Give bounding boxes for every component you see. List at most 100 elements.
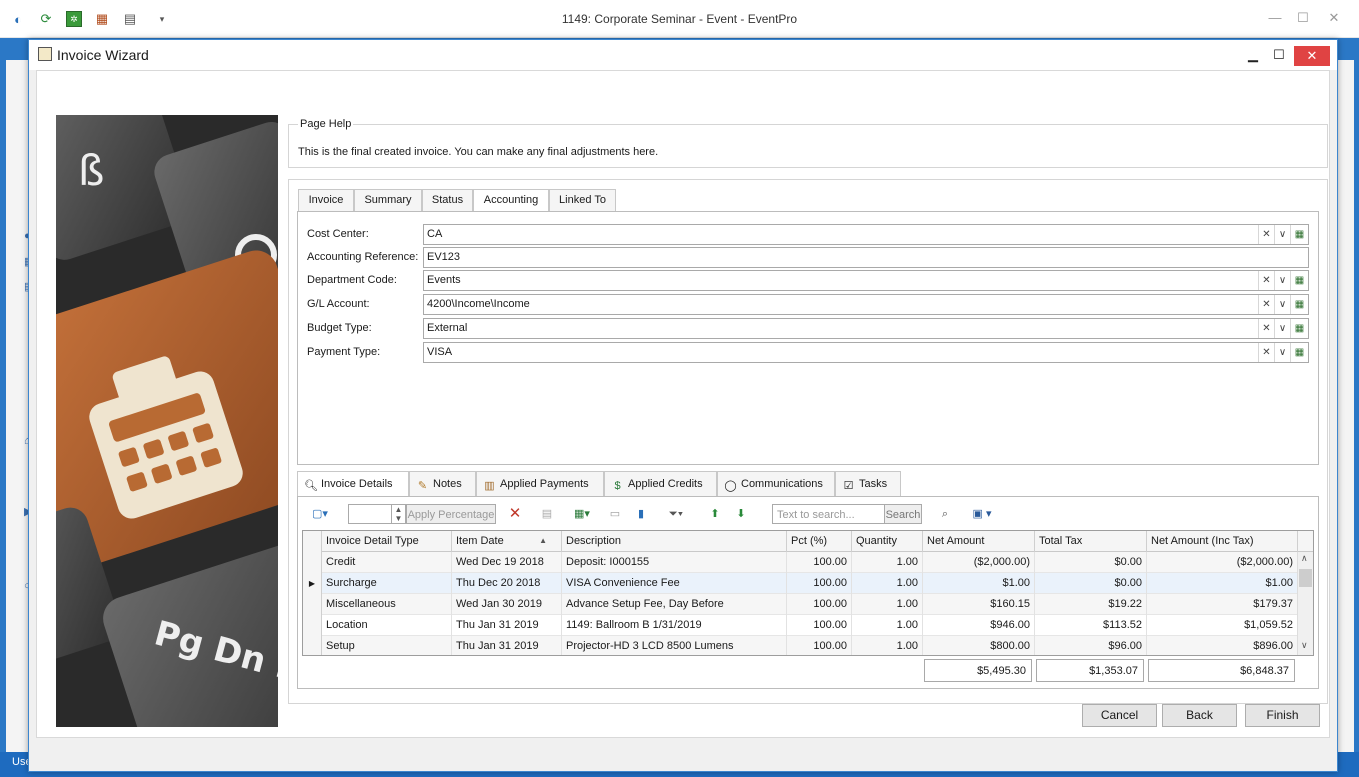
chevron-down-icon[interactable]: ∨ — [1274, 225, 1290, 244]
tab-communications[interactable]: ◯ Communications — [717, 471, 835, 496]
dialog-close-button[interactable]: ✕ — [1294, 46, 1330, 66]
table-row[interactable]: Setup Thu Jan 31 2019 Projector-HD 3 LCD 8… — [303, 636, 1298, 655]
table-row[interactable]: ▶ Surcharge Thu Dec 20 2018 VISA Convenienc… — [303, 573, 1298, 594]
clear-icon[interactable]: ✕ — [1258, 319, 1274, 338]
chevron-down-icon[interactable]: ∨ — [1274, 319, 1290, 338]
back-button[interactable]: Back — [1162, 704, 1237, 727]
table-cell[interactable]: Deposit: I000155 — [562, 552, 787, 573]
clear-icon[interactable]: ✕ — [1258, 271, 1274, 290]
delete-icon[interactable]: ✕ — [506, 504, 524, 524]
percentage-input[interactable] — [348, 504, 392, 524]
tab-applied-payments[interactable]: ▥ Applied Payments — [476, 471, 604, 496]
cost-center-field[interactable]: CA ✕ ∨ ▦ — [423, 224, 1309, 245]
table-cell[interactable]: Location — [322, 615, 452, 636]
table-cell[interactable]: $896.00 — [1147, 636, 1298, 655]
move-icon[interactable]: ▭ — [606, 504, 624, 524]
move-down-icon[interactable]: ⬇ — [732, 504, 750, 524]
table-cell[interactable]: 1149: Ballroom B 1/31/2019 — [562, 615, 787, 636]
table-cell[interactable]: 100.00 — [787, 573, 852, 594]
table-cell[interactable]: Credit — [322, 552, 452, 573]
table-cell[interactable]: ($2,000.00) — [1147, 552, 1298, 573]
percentage-spinner[interactable]: ▲ ▼ — [392, 504, 406, 524]
dialog-minimize-button[interactable]: ▁ — [1239, 44, 1267, 66]
budget-type-field[interactable]: External ✕ ∨ ▦ — [423, 318, 1309, 339]
payment-type-field[interactable]: VISA ✕ ∨ ▦ — [423, 342, 1309, 363]
column-header[interactable]: Invoice Detail Type — [322, 531, 452, 552]
tab-linked-to[interactable]: Linked To — [549, 189, 616, 211]
chevron-down-icon[interactable]: ∨ — [1274, 343, 1290, 362]
lookup-icon[interactable]: ▦ — [1290, 319, 1308, 338]
tab-applied-credits[interactable]: $ Applied Credits — [604, 471, 717, 496]
scroll-thumb[interactable] — [1299, 569, 1312, 587]
filter-icon[interactable]: ⏷▾ — [662, 504, 690, 524]
app-close-button[interactable]: ✕ — [1325, 10, 1343, 26]
department-code-field[interactable]: Events ✕ ∨ ▦ — [423, 270, 1309, 291]
cancel-button[interactable]: Cancel — [1082, 704, 1157, 727]
table-cell[interactable]: 1.00 — [852, 594, 923, 615]
table-row[interactable]: Location Thu Jan 31 2019 1149: Ballroom B … — [303, 615, 1298, 636]
table-cell[interactable]: 1.00 — [852, 615, 923, 636]
table-cell[interactable]: $0.00 — [1035, 573, 1147, 594]
app-minimize-button[interactable]: — — [1266, 10, 1284, 25]
tab-accounting[interactable]: Accounting — [473, 189, 549, 212]
table-cell[interactable]: VISA Convenience Fee — [562, 573, 787, 594]
clear-icon[interactable]: ✕ — [1258, 295, 1274, 314]
table-cell[interactable]: 100.00 — [787, 552, 852, 573]
column-header[interactable]: Total Tax — [1035, 531, 1147, 552]
table-cell[interactable]: 100.00 — [787, 615, 852, 636]
gl-account-field[interactable]: 4200\Income\Income ✕ ∨ ▦ — [423, 294, 1309, 315]
table-cell[interactable]: 1.00 — [852, 573, 923, 594]
tab-tasks[interactable]: ☑ Tasks — [835, 471, 901, 496]
tab-summary[interactable]: Summary — [354, 189, 422, 211]
info-icon[interactable]: ▮ — [632, 504, 650, 524]
table-cell[interactable]: $800.00 — [923, 636, 1035, 655]
table-cell[interactable]: $96.00 — [1035, 636, 1147, 655]
tab-status[interactable]: Status — [422, 189, 473, 211]
chevron-down-icon[interactable]: ∨ — [1274, 271, 1290, 290]
duplicate-icon[interactable]: ▦▾ — [568, 504, 596, 524]
apply-percentage-button[interactable]: Apply Percentage — [406, 504, 496, 524]
table-cell[interactable]: 100.00 — [787, 636, 852, 655]
table-cell[interactable]: Wed Dec 19 2018 — [452, 552, 562, 573]
find-icon[interactable]: ⌕ — [936, 504, 954, 524]
table-cell[interactable]: $1.00 — [1147, 573, 1298, 594]
table-cell[interactable]: $1.00 — [923, 573, 1035, 594]
search-button[interactable]: Search — [884, 504, 922, 524]
search-input[interactable]: Text to search... — [772, 504, 885, 524]
lookup-icon[interactable]: ▦ — [1290, 271, 1308, 290]
chevron-down-icon[interactable]: ∨ — [1274, 295, 1290, 314]
table-row[interactable]: Credit Wed Dec 19 2018 Deposit: I000155 100… — [303, 552, 1298, 573]
new-item-icon[interactable]: ▢▾ — [307, 504, 333, 524]
table-cell[interactable]: $0.00 — [1035, 552, 1147, 573]
scroll-down-icon[interactable]: ∨ — [1301, 640, 1308, 651]
row-indicator[interactable] — [303, 552, 322, 573]
table-cell[interactable]: 1.00 — [852, 552, 923, 573]
table-cell[interactable]: $946.00 — [923, 615, 1035, 636]
lookup-icon[interactable]: ▦ — [1290, 343, 1308, 362]
table-cell[interactable]: 100.00 — [787, 594, 852, 615]
move-up-icon[interactable]: ⬆ — [706, 504, 724, 524]
clear-icon[interactable]: ✕ — [1258, 225, 1274, 244]
row-indicator[interactable] — [303, 615, 322, 636]
column-header[interactable]: Net Amount (Inc Tax) — [1147, 531, 1298, 552]
table-cell[interactable]: $113.52 — [1035, 615, 1147, 636]
table-cell[interactable]: Thu Jan 31 2019 — [452, 615, 562, 636]
accounting-reference-field[interactable]: EV123 — [423, 247, 1309, 268]
tab-invoice-details[interactable]: 🔍︎ Invoice Details — [297, 471, 409, 497]
column-header[interactable]: Description — [562, 531, 787, 552]
clear-icon[interactable]: ✕ — [1258, 343, 1274, 362]
table-cell[interactable]: Thu Dec 20 2018 — [452, 573, 562, 594]
table-cell[interactable]: Advance Setup Fee, Day Before — [562, 594, 787, 615]
table-row[interactable]: Miscellaneous Wed Jan 30 2019 Advance Setu… — [303, 594, 1298, 615]
table-cell[interactable]: $160.15 — [923, 594, 1035, 615]
tab-notes[interactable]: ✎ Notes — [409, 471, 476, 496]
column-header[interactable]: Net Amount — [923, 531, 1035, 552]
tab-invoice[interactable]: Invoice — [298, 189, 354, 211]
grid-scrollbar[interactable]: ∧ ∨ — [1297, 552, 1313, 655]
app-maximize-button[interactable]: ☐ — [1294, 10, 1312, 26]
table-cell[interactable]: Miscellaneous — [322, 594, 452, 615]
table-cell[interactable]: $19.22 — [1035, 594, 1147, 615]
finish-button[interactable]: Finish — [1245, 704, 1320, 727]
table-cell[interactable]: Projector-HD 3 LCD 8500 Lumens — [562, 636, 787, 655]
table-cell[interactable]: 1.00 — [852, 636, 923, 655]
